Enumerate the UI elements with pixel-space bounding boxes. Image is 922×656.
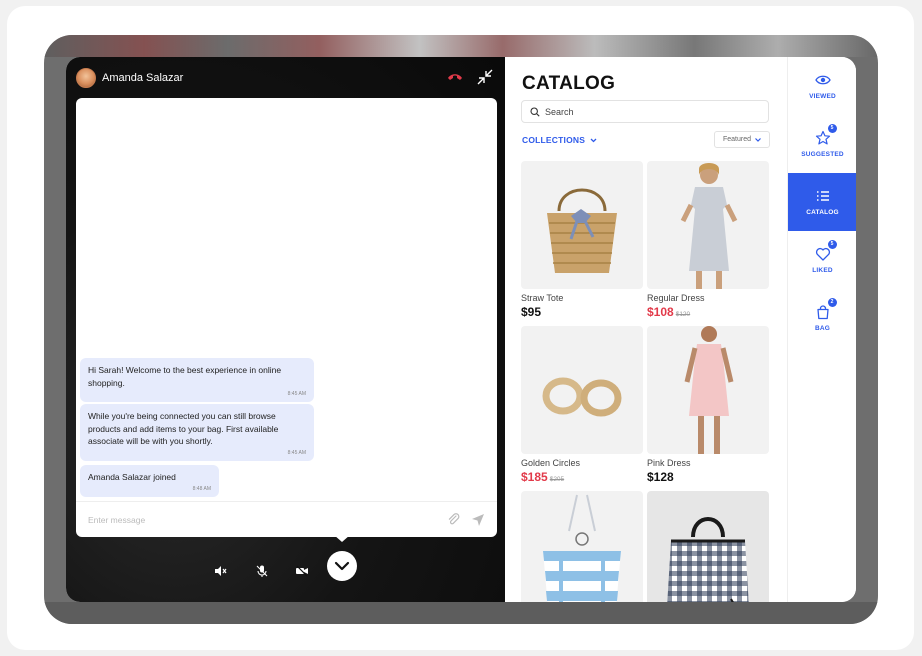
chat-message: While you're being connected you can sti… — [80, 404, 314, 461]
product-price: $95 — [521, 305, 643, 319]
message-text: Amanda Salazar joined — [88, 472, 176, 482]
microphone-off-icon[interactable] — [255, 564, 269, 578]
product-image[interactable] — [521, 161, 643, 289]
price-current: $185 — [521, 470, 548, 484]
collections-label: COLLECTIONS — [522, 135, 586, 145]
chat-pointer — [334, 535, 350, 542]
chat-message: Hi Sarah! Welcome to the best experience… — [80, 358, 314, 402]
chevron-down-icon — [334, 561, 350, 571]
side-navigation: VIEWED 5 SUGGESTED CATALOG 5 LIKED 2 BAG — [787, 57, 856, 602]
nav-item-suggested[interactable]: 5 SUGGESTED — [788, 115, 856, 173]
nav-item-bag[interactable]: 2 BAG — [788, 289, 856, 347]
tablet-screen: Amanda Salazar Hi Sarah! Welcome to the … — [66, 57, 856, 602]
nav-label: VIEWED — [809, 93, 836, 100]
eye-icon — [814, 72, 831, 88]
chevron-down-icon — [590, 138, 597, 143]
nav-item-liked[interactable]: 5 LIKED — [788, 231, 856, 289]
product-image[interactable] — [647, 161, 769, 289]
minimize-icon[interactable] — [477, 69, 493, 85]
bag-icon: 2 — [815, 298, 837, 320]
avatar — [76, 68, 96, 88]
product-name: Regular Dress — [647, 293, 705, 303]
list-icon — [815, 188, 831, 204]
camera-off-icon[interactable] — [295, 564, 309, 578]
product-card[interactable] — [521, 491, 643, 602]
page-title: CATALOG — [522, 73, 616, 94]
search-icon — [530, 106, 540, 117]
product-name: Golden Circles — [521, 458, 581, 468]
product-price: $128 — [647, 470, 769, 484]
call-header: Amanda Salazar — [66, 57, 505, 99]
message-time: 8:48 AM — [192, 485, 211, 492]
product-image[interactable] — [647, 326, 769, 454]
video-call-panel: Amanda Salazar Hi Sarah! Welcome to the … — [66, 57, 505, 602]
product-image[interactable] — [647, 491, 769, 602]
hang-up-icon[interactable] — [447, 71, 463, 81]
background-photo-strip-bottom — [44, 602, 878, 624]
nav-badge: 2 — [827, 298, 837, 307]
price-current: $95 — [521, 305, 542, 319]
collections-dropdown[interactable]: COLLECTIONS — [522, 135, 597, 145]
message-composer — [76, 501, 497, 537]
message-time: 8:45 AM — [287, 449, 306, 456]
price-original: $120 — [675, 311, 691, 318]
search-box[interactable] — [521, 100, 769, 123]
send-icon[interactable] — [471, 513, 485, 527]
nav-label: LIKED — [812, 267, 833, 274]
nav-badge: 5 — [827, 240, 837, 249]
message-input[interactable] — [88, 514, 437, 525]
nav-label: SUGGESTED — [801, 151, 844, 158]
message-text: While you're being connected you can sti… — [88, 411, 279, 446]
call-controls — [66, 549, 505, 591]
chevron-down-icon — [755, 137, 761, 142]
attach-icon[interactable] — [447, 512, 461, 527]
price-current: $108 — [647, 305, 674, 319]
price-original: $205 — [549, 476, 565, 483]
speaker-mute-icon[interactable] — [213, 564, 227, 578]
nav-badge: 5 — [827, 124, 837, 133]
nav-label: CATALOG — [806, 209, 839, 216]
caller-name: Amanda Salazar — [102, 72, 184, 84]
nav-item-viewed[interactable]: VIEWED — [788, 57, 856, 115]
product-card[interactable]: Pink Dress $128 — [647, 326, 769, 484]
catalog-panel: CATALOG COLLECTIONS Featured — [505, 57, 787, 602]
expand-chat-button[interactable] — [327, 551, 357, 581]
product-price: $185 $205 — [521, 470, 643, 484]
heart-icon: 5 — [815, 240, 837, 262]
chat-window: Hi Sarah! Welcome to the best experience… — [76, 98, 497, 537]
sort-select[interactable]: Featured — [714, 131, 770, 148]
product-name: Pink Dress — [647, 458, 691, 468]
chat-message: Amanda Salazar joined 8:48 AM — [80, 465, 219, 497]
star-icon: 5 — [815, 124, 837, 146]
product-card[interactable]: Golden Circles $185 $205 — [521, 326, 643, 484]
product-name: Straw Tote — [521, 293, 564, 303]
product-image[interactable] — [521, 491, 643, 602]
product-card[interactable]: Regular Dress $108 $120 — [647, 161, 769, 319]
background-photo-strip-top — [44, 35, 878, 57]
sort-label: Featured — [722, 136, 752, 143]
price-current: $128 — [647, 470, 674, 484]
product-price: $108 $120 — [647, 305, 769, 319]
product-card[interactable]: Straw Tote $95 — [521, 161, 643, 319]
product-card[interactable] — [647, 491, 769, 602]
tablet-frame: Amanda Salazar Hi Sarah! Welcome to the … — [44, 35, 878, 624]
nav-item-catalog[interactable]: CATALOG — [788, 173, 856, 231]
message-text: Hi Sarah! Welcome to the best experience… — [88, 365, 282, 388]
product-image[interactable] — [521, 326, 643, 454]
message-time: 8:45 AM — [287, 391, 306, 397]
nav-label: BAG — [814, 325, 831, 332]
search-input[interactable] — [545, 106, 745, 117]
